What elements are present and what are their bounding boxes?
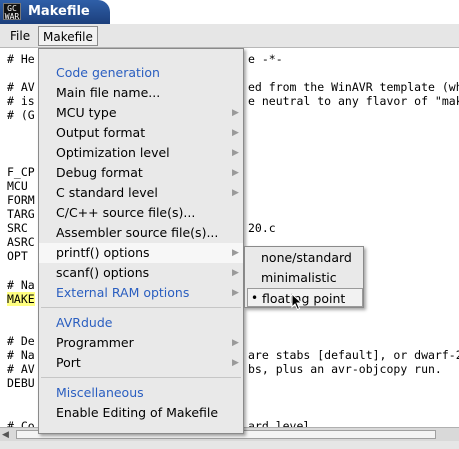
code-line-fragment: are stabs [default], or dwarf-2 bbox=[248, 348, 459, 363]
menu-separator bbox=[41, 307, 241, 308]
menu-item-label: C standard level bbox=[56, 185, 158, 200]
code-line: # (G bbox=[7, 108, 35, 123]
menu-item-enable-editing-of-makefile[interactable]: Enable Editing of Makefile bbox=[39, 403, 243, 423]
menu-item-label: External RAM options bbox=[56, 285, 190, 300]
menu-bar: File Makefile bbox=[0, 24, 459, 48]
submenu-item-none-standard[interactable]: none/standard bbox=[247, 248, 363, 267]
scroll-left-icon[interactable]: ◀ bbox=[2, 430, 12, 440]
submenu-arrow-icon: ▶ bbox=[232, 168, 239, 178]
title-bar: GC WAR Makefile bbox=[0, 0, 459, 24]
menu-item-label: Output format bbox=[56, 125, 146, 140]
code-line: # is bbox=[7, 94, 35, 109]
menu-item-label: C/C++ source file(s)... bbox=[56, 205, 196, 220]
menu-item-c-c-source-file-s[interactable]: C/C++ source file(s)... bbox=[39, 203, 243, 223]
menu-separator bbox=[41, 377, 241, 378]
code-line: SRC bbox=[7, 221, 35, 236]
menu-item-label: scanf() options bbox=[56, 265, 150, 280]
menu-item-scanf-options[interactable]: scanf() options ▶ bbox=[39, 263, 243, 283]
code-line: ASRC bbox=[7, 235, 35, 250]
submenu-arrow-icon: ▶ bbox=[232, 108, 239, 118]
window-title-tab[interactable]: GC WAR Makefile bbox=[0, 0, 110, 24]
status-strip bbox=[0, 441, 459, 449]
menu-file[interactable]: File bbox=[6, 26, 34, 46]
submenu-arrow-icon: ▶ bbox=[232, 338, 239, 348]
menu-item-label: MCU type bbox=[56, 105, 117, 120]
radio-bullet-icon: • bbox=[251, 291, 259, 305]
window-title: Makefile bbox=[28, 4, 90, 19]
code-line: # Na bbox=[7, 348, 35, 363]
makefile-dropdown-menu: Code generation Main file name... MCU type… bbox=[38, 48, 244, 434]
submenu-arrow-icon: ▶ bbox=[232, 188, 239, 198]
menu-item-label: printf() options bbox=[56, 245, 150, 260]
menu-item-mcu-type[interactable]: MCU type ▶ bbox=[39, 103, 243, 123]
menu-item-programmer[interactable]: Programmer ▶ bbox=[39, 333, 243, 353]
submenu-item-floating-point[interactable]: • floating point bbox=[247, 288, 363, 307]
menu-item-label: Debug format bbox=[56, 165, 143, 180]
menu-item-main-file-name[interactable]: Main file name... bbox=[39, 83, 243, 103]
menu-item-label: Main file name... bbox=[56, 85, 161, 100]
printf-options-submenu: none/standard minimalistic • floating point bbox=[244, 246, 364, 308]
submenu-arrow-icon: ▶ bbox=[232, 128, 239, 138]
code-line-fragment: ed from the WinAVR template (wh bbox=[248, 80, 459, 95]
mouse-cursor-icon bbox=[291, 293, 303, 311]
menu-item-external-ram-options[interactable]: External RAM options ▶ bbox=[39, 283, 243, 303]
menu-makefile[interactable]: Makefile bbox=[38, 26, 98, 46]
code-line-fragment: e -*- bbox=[248, 52, 283, 66]
code-line: DEBU bbox=[7, 376, 35, 391]
code-line-fragment: 20.c bbox=[248, 221, 276, 236]
code-line: F_CP bbox=[7, 164, 35, 179]
submenu-arrow-icon: ▶ bbox=[232, 358, 239, 368]
menu-item-label: Programmer bbox=[56, 335, 134, 350]
code-line-fragment: ard level. bbox=[248, 418, 318, 427]
menu-section-miscellaneous: Miscellaneous bbox=[56, 385, 144, 400]
submenu-item-label: none/standard bbox=[261, 250, 352, 265]
menu-item-label: Enable Editing of Makefile bbox=[56, 405, 219, 420]
menu-section-code-generation: Code generation bbox=[56, 65, 160, 80]
submenu-arrow-icon: ▶ bbox=[232, 268, 239, 278]
code-line: FORM bbox=[7, 193, 35, 207]
app-logo-icon: GC WAR bbox=[3, 3, 21, 21]
menu-item-c-standard-level[interactable]: C standard level ▶ bbox=[39, 183, 243, 203]
submenu-arrow-icon: ▶ bbox=[232, 248, 239, 258]
code-line: # Na bbox=[7, 277, 35, 292]
code-line-fragment: e neutral to any flavor of "mak bbox=[248, 94, 459, 109]
submenu-item-minimalistic[interactable]: minimalistic bbox=[247, 268, 363, 287]
menu-section-avrdude: AVRdude bbox=[56, 315, 113, 330]
code-line: # He bbox=[7, 52, 35, 66]
submenu-item-label: floating point bbox=[262, 291, 346, 306]
code-line: MCU bbox=[7, 178, 35, 193]
menu-item-label: Port bbox=[56, 355, 81, 370]
code-line-fragment: bs, plus an avr-objcopy run. bbox=[248, 362, 442, 377]
code-line: # AV bbox=[7, 362, 35, 377]
submenu-item-label: minimalistic bbox=[261, 270, 337, 285]
menu-item-port[interactable]: Port ▶ bbox=[39, 353, 243, 373]
code-line: # AV bbox=[7, 80, 35, 95]
code-line: # De bbox=[7, 334, 35, 348]
submenu-arrow-icon: ▶ bbox=[232, 148, 239, 158]
code-line: OPT bbox=[7, 249, 35, 264]
code-line: # Co bbox=[7, 418, 35, 427]
code-line: TARG bbox=[7, 207, 35, 222]
menu-item-assembler-source-file-s[interactable]: Assembler source file(s)... bbox=[39, 223, 243, 243]
menu-item-output-format[interactable]: Output format ▶ bbox=[39, 123, 243, 143]
submenu-arrow-icon: ▶ bbox=[232, 288, 239, 298]
menu-item-label: Assembler source file(s)... bbox=[56, 225, 219, 240]
menu-item-label: Optimization level bbox=[56, 145, 170, 160]
menu-item-debug-format[interactable]: Debug format ▶ bbox=[39, 163, 243, 183]
menu-item-optimization-level[interactable]: Optimization level ▶ bbox=[39, 143, 243, 163]
code-line: MAKE bbox=[7, 291, 35, 306]
menu-item-printf-options[interactable]: printf() options ▶ bbox=[39, 243, 243, 263]
